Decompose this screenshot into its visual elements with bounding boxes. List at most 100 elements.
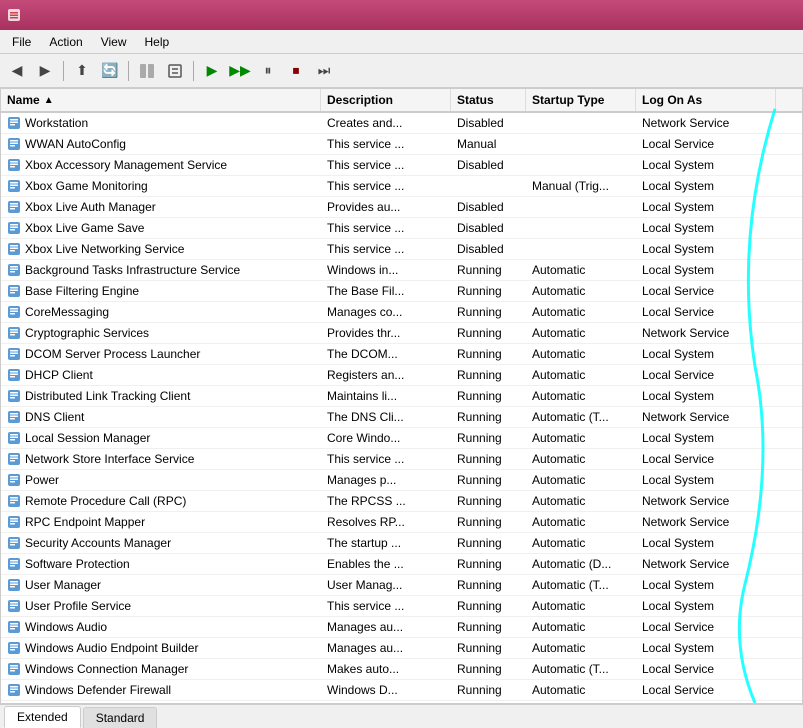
forward-button[interactable]: ▶ bbox=[32, 58, 58, 84]
cell-desc: This service ... bbox=[321, 176, 451, 196]
cell-name-text: Network Store Interface Service bbox=[25, 452, 194, 466]
cell-desc: The startup ... bbox=[321, 533, 451, 553]
table-row[interactable]: Software Protection Enables the ... Runn… bbox=[1, 554, 802, 575]
menu-view[interactable]: View bbox=[93, 33, 135, 51]
cell-status: Running bbox=[451, 281, 526, 301]
col-header-logon[interactable]: Log On As bbox=[636, 89, 776, 111]
cell-status: Running bbox=[451, 512, 526, 532]
cell-status: Running bbox=[451, 554, 526, 574]
table-row[interactable]: Windows Font Cache Service Optimizes p..… bbox=[1, 701, 802, 703]
toolbar-separator-1 bbox=[63, 61, 64, 81]
col-header-name[interactable]: Name ▲ bbox=[1, 89, 321, 111]
table-row[interactable]: Distributed Link Tracking Client Maintai… bbox=[1, 386, 802, 407]
table-row[interactable]: DHCP Client Registers an... Running Auto… bbox=[1, 365, 802, 386]
cell-name-text: Windows Defender Firewall bbox=[25, 683, 171, 697]
table-row[interactable]: Power Manages p... Running Automatic Loc… bbox=[1, 470, 802, 491]
table-row[interactable]: Xbox Live Game Save This service ... Dis… bbox=[1, 218, 802, 239]
cell-startup bbox=[526, 134, 636, 154]
refresh-button[interactable]: 🔄 bbox=[97, 58, 123, 84]
run-button[interactable]: ▶ bbox=[199, 58, 225, 84]
restart-button[interactable]: ⏭ bbox=[311, 58, 337, 84]
service-icon bbox=[7, 368, 21, 382]
table-row[interactable]: Base Filtering Engine The Base Fil... Ru… bbox=[1, 281, 802, 302]
pause-button[interactable]: ⏸ bbox=[255, 58, 281, 84]
tab-standard[interactable]: Standard bbox=[83, 707, 158, 728]
cell-name: Xbox Game Monitoring bbox=[1, 176, 321, 196]
cell-name-text: Security Accounts Manager bbox=[25, 536, 171, 550]
stop-button[interactable]: ⏹ bbox=[283, 58, 309, 84]
col-label-startup: Startup Type bbox=[532, 93, 604, 107]
cell-logon: Local System bbox=[636, 596, 776, 616]
cell-startup: Automatic bbox=[526, 638, 636, 658]
cell-desc: The DNS Cli... bbox=[321, 407, 451, 427]
table-row[interactable]: Security Accounts Manager The startup ..… bbox=[1, 533, 802, 554]
properties-button[interactable] bbox=[162, 58, 188, 84]
cell-status: Disabled bbox=[451, 218, 526, 238]
up-button[interactable]: ⬆ bbox=[69, 58, 95, 84]
cell-status: Running bbox=[451, 638, 526, 658]
cell-status: Running bbox=[451, 596, 526, 616]
cell-startup bbox=[526, 197, 636, 217]
cell-desc: Provides thr... bbox=[321, 323, 451, 343]
table-row[interactable]: Windows Connection Manager Makes auto...… bbox=[1, 659, 802, 680]
table-row[interactable]: Xbox Live Auth Manager Provides au... Di… bbox=[1, 197, 802, 218]
show-hide-tree-button[interactable] bbox=[134, 58, 160, 84]
cell-name-text: Xbox Live Game Save bbox=[25, 221, 144, 235]
table-row[interactable]: Cryptographic Services Provides thr... R… bbox=[1, 323, 802, 344]
run-all-button[interactable]: ▶▶ bbox=[227, 58, 253, 84]
cell-name: RPC Endpoint Mapper bbox=[1, 512, 321, 532]
cell-logon: Local System bbox=[636, 239, 776, 259]
close-button[interactable] bbox=[771, 5, 797, 25]
table-row[interactable]: Workstation Creates and... Disabled Netw… bbox=[1, 113, 802, 134]
col-header-startup[interactable]: Startup Type bbox=[526, 89, 636, 111]
table-row[interactable]: Remote Procedure Call (RPC) The RPCSS ..… bbox=[1, 491, 802, 512]
table-row[interactable]: User Manager User Manag... Running Autom… bbox=[1, 575, 802, 596]
cell-startup: Automatic bbox=[526, 491, 636, 511]
table-row[interactable]: User Profile Service This service ... Ru… bbox=[1, 596, 802, 617]
table-row[interactable]: DNS Client The DNS Cli... Running Automa… bbox=[1, 407, 802, 428]
cell-name: Cryptographic Services bbox=[1, 323, 321, 343]
toolbar-separator-3 bbox=[193, 61, 194, 81]
cell-name-text: CoreMessaging bbox=[25, 305, 109, 319]
tab-extended[interactable]: Extended bbox=[4, 706, 81, 728]
cell-desc: Windows in... bbox=[321, 260, 451, 280]
cell-desc: Makes auto... bbox=[321, 659, 451, 679]
table-row[interactable]: Background Tasks Infrastructure Service … bbox=[1, 260, 802, 281]
cell-status: Running bbox=[451, 344, 526, 364]
cell-startup: Automatic bbox=[526, 596, 636, 616]
table-row[interactable]: Xbox Accessory Management Service This s… bbox=[1, 155, 802, 176]
cell-status: Running bbox=[451, 491, 526, 511]
menu-file[interactable]: File bbox=[4, 33, 39, 51]
menu-action[interactable]: Action bbox=[41, 33, 90, 51]
col-header-desc[interactable]: Description bbox=[321, 89, 451, 111]
col-header-status[interactable]: Status bbox=[451, 89, 526, 111]
cell-desc: Windows D... bbox=[321, 680, 451, 700]
cell-startup bbox=[526, 239, 636, 259]
cell-name-text: Power bbox=[25, 473, 59, 487]
back-button[interactable]: ◀ bbox=[4, 58, 30, 84]
cell-name-text: Local Session Manager bbox=[25, 431, 150, 445]
table-row[interactable]: Xbox Live Networking Service This servic… bbox=[1, 239, 802, 260]
table-row[interactable]: Xbox Game Monitoring This service ... Ma… bbox=[1, 176, 802, 197]
cell-logon: Local System bbox=[636, 155, 776, 175]
table-row[interactable]: Windows Defender Firewall Windows D... R… bbox=[1, 680, 802, 701]
cell-name: Software Protection bbox=[1, 554, 321, 574]
menu-help[interactable]: Help bbox=[137, 33, 178, 51]
table-row[interactable]: DCOM Server Process Launcher The DCOM...… bbox=[1, 344, 802, 365]
cell-name: CoreMessaging bbox=[1, 302, 321, 322]
table-row[interactable]: Local Session Manager Core Windo... Runn… bbox=[1, 428, 802, 449]
table-row[interactable]: WWAN AutoConfig This service ... Manual … bbox=[1, 134, 802, 155]
table-row[interactable]: Windows Audio Endpoint Builder Manages a… bbox=[1, 638, 802, 659]
cell-status: Running bbox=[451, 302, 526, 322]
minimize-button[interactable] bbox=[715, 5, 741, 25]
table-row[interactable]: Network Store Interface Service This ser… bbox=[1, 449, 802, 470]
table-body[interactable]: Workstation Creates and... Disabled Netw… bbox=[1, 113, 802, 703]
cell-logon: Local System bbox=[636, 428, 776, 448]
maximize-button[interactable] bbox=[743, 5, 769, 25]
table-row[interactable]: Windows Audio Manages au... Running Auto… bbox=[1, 617, 802, 638]
cell-name-text: Windows Audio Endpoint Builder bbox=[25, 641, 198, 655]
table-row[interactable]: CoreMessaging Manages co... Running Auto… bbox=[1, 302, 802, 323]
cell-logon: Local System bbox=[636, 386, 776, 406]
cell-desc: This service ... bbox=[321, 218, 451, 238]
table-row[interactable]: RPC Endpoint Mapper Resolves RP... Runni… bbox=[1, 512, 802, 533]
